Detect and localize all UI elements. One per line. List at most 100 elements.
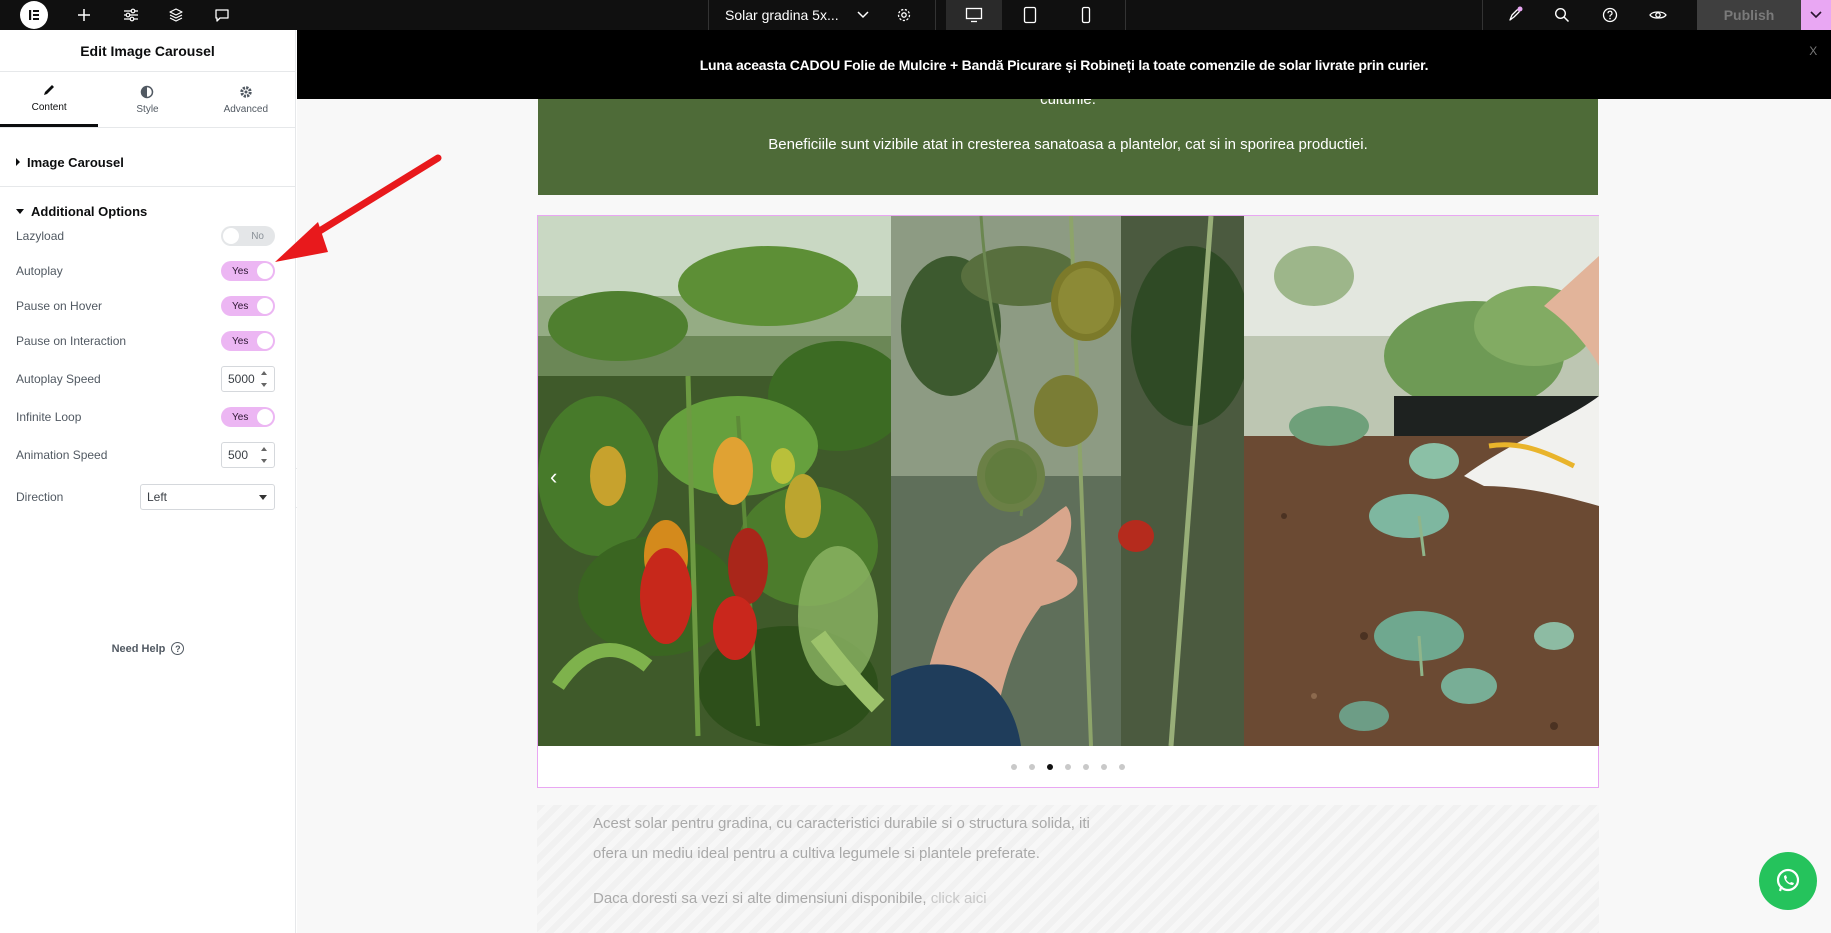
control-direction: Direction Left	[16, 484, 275, 510]
tab-style[interactable]: Style	[98, 72, 196, 127]
caret-right-icon	[16, 158, 20, 166]
carousel-dot[interactable]	[1029, 764, 1035, 770]
control-autoplay: Autoplay Yes	[16, 259, 275, 283]
number-stepper-icon[interactable]	[261, 447, 271, 463]
pencil-icon	[44, 85, 55, 95]
page-settings-gear-icon[interactable]	[892, 0, 916, 30]
autoplay-toggle[interactable]: Yes	[221, 261, 275, 281]
tab-content[interactable]: Content	[0, 72, 99, 127]
direction-label: Direction	[16, 490, 64, 504]
carousel-slide-peppers[interactable]	[538, 216, 891, 746]
tab-advanced[interactable]: Advanced	[197, 72, 295, 127]
section-additional-options-label: Additional Options	[31, 204, 148, 219]
description-line-3-text: Daca doresti sa vezi si alte dimensiuni …	[593, 890, 927, 907]
divider	[935, 0, 936, 30]
benefits-band: culturile. Beneficiile sunt vizibile ata…	[538, 99, 1598, 195]
animation-speed-value: 500	[228, 448, 249, 462]
comments-icon[interactable]	[210, 0, 234, 30]
animation-speed-input[interactable]: 500	[221, 442, 275, 468]
question-icon: ?	[171, 642, 185, 655]
help-icon[interactable]	[1598, 0, 1622, 30]
animation-speed-label: Animation Speed	[16, 448, 108, 462]
pause-on-hover-label: Pause on Hover	[16, 299, 103, 313]
section-image-carousel-label: Image Carousel	[27, 154, 124, 170]
carousel-dot[interactable]	[1011, 764, 1017, 770]
pause-on-interaction-label: Pause on Interaction	[16, 334, 127, 348]
need-help-label: Need Help	[111, 642, 166, 655]
whats-new-rocket-icon[interactable]	[1503, 0, 1527, 30]
description-line-3: Daca doresti sa vezi si alte dimensiuni …	[593, 884, 987, 914]
half-circle-icon	[141, 85, 154, 98]
infinite-loop-label: Infinite Loop	[16, 410, 82, 424]
announcement-text: Luna aceasta CADOU Folie de Mulcire + Ba…	[699, 56, 1429, 73]
description-text-block: Acest solar pentru gradina, cu caracteri…	[537, 805, 1599, 933]
lazyload-label: Lazyload	[16, 229, 65, 243]
mobile-view-icon[interactable]	[1058, 0, 1114, 30]
whatsapp-icon	[1776, 868, 1800, 892]
lazyload-toggle[interactable]: No	[221, 226, 275, 246]
carousel-dot[interactable]	[1119, 764, 1125, 770]
control-pause-on-hover: Pause on Hover Yes	[16, 294, 275, 318]
announcement-close-button[interactable]: X	[1809, 44, 1817, 58]
peppers-image	[538, 216, 891, 746]
tab-style-label: Style	[136, 103, 159, 115]
carousel-prev-arrow-icon[interactable]: ‹	[550, 464, 557, 490]
divider	[1125, 0, 1126, 30]
click-here-link[interactable]: click aici	[931, 890, 987, 907]
direction-select[interactable]: Left	[140, 484, 275, 510]
navigator-layers-icon[interactable]	[164, 0, 188, 30]
document-title-text: Solar gradina 5x...	[725, 7, 839, 23]
desktop-view-icon[interactable]	[946, 0, 1002, 30]
autoplay-speed-value: 5000	[228, 372, 255, 386]
tab-advanced-label: Advanced	[223, 103, 269, 115]
elementor-logo-icon[interactable]	[20, 1, 48, 29]
pause-on-hover-toggle[interactable]: Yes	[221, 296, 275, 316]
divider	[1482, 0, 1483, 30]
number-stepper-icon[interactable]	[261, 371, 271, 387]
announcement-bar: Luna aceasta CADOU Folie de Mulcire + Ba…	[297, 30, 1831, 99]
editor-panel: Edit Image Carousel Content Style Advanc…	[0, 30, 296, 933]
gear-icon	[240, 85, 252, 98]
section-image-carousel[interactable]: Image Carousel	[0, 138, 295, 187]
description-line-2: ofera un mediu ideal pentru a cultiva le…	[593, 845, 1040, 862]
carousel-dot[interactable]	[1101, 764, 1107, 770]
carousel-pagination	[538, 764, 1598, 770]
publish-button[interactable]: Publish	[1697, 0, 1801, 30]
tomatoes-image	[891, 216, 1244, 746]
publish-options-chevron-icon[interactable]	[1801, 0, 1831, 30]
image-carousel[interactable]: ‹	[537, 215, 1599, 788]
carousel-slide-seedlings[interactable]	[1244, 216, 1599, 746]
infinite-loop-toggle[interactable]: Yes	[221, 407, 275, 427]
whatsapp-button[interactable]	[1759, 852, 1817, 910]
carousel-dot[interactable]	[1065, 764, 1071, 770]
tab-content-label: Content	[31, 102, 67, 113]
top-bar: Solar gradina 5x... Publish	[0, 0, 1831, 30]
carousel-dot[interactable]	[1083, 764, 1089, 770]
benefits-text: Beneficiile sunt vizibile atat in creste…	[768, 136, 1368, 153]
control-lazyload: Lazyload No	[16, 224, 275, 248]
need-help-link[interactable]: Need Help ?	[0, 642, 296, 655]
autoplay-label: Autoplay	[16, 264, 63, 278]
add-element-icon[interactable]	[72, 0, 96, 30]
preview-eye-icon[interactable]	[1646, 0, 1670, 30]
preview-canvas: Luna aceasta CADOU Folie de Mulcire + Ba…	[297, 30, 1831, 933]
chevron-down-icon[interactable]	[853, 0, 873, 30]
carousel-slide-tomatoes[interactable]	[891, 216, 1244, 746]
document-title[interactable]: Solar gradina 5x...	[725, 0, 839, 30]
control-animation-speed: Animation Speed 500	[16, 442, 275, 468]
description-line-1: Acest solar pentru gradina, cu caracteri…	[593, 815, 1090, 832]
search-icon[interactable]	[1550, 0, 1574, 30]
divider	[708, 0, 709, 30]
control-infinite-loop: Infinite Loop Yes	[16, 405, 275, 429]
caret-down-icon	[16, 209, 24, 214]
panel-tabs: Content Style Advanced	[0, 72, 295, 128]
pause-on-interaction-toggle[interactable]: Yes	[221, 331, 275, 351]
tablet-view-icon[interactable]	[1002, 0, 1058, 30]
control-autoplay-speed: Autoplay Speed 5000	[16, 366, 275, 392]
site-settings-sliders-icon[interactable]	[119, 0, 143, 30]
control-pause-on-interaction: Pause on Interaction Yes	[16, 329, 275, 353]
autoplay-speed-input[interactable]: 5000	[221, 366, 275, 392]
benefits-text-partial: culturile.	[1040, 99, 1096, 108]
autoplay-speed-label: Autoplay Speed	[16, 372, 101, 386]
carousel-dot[interactable]	[1047, 764, 1053, 770]
